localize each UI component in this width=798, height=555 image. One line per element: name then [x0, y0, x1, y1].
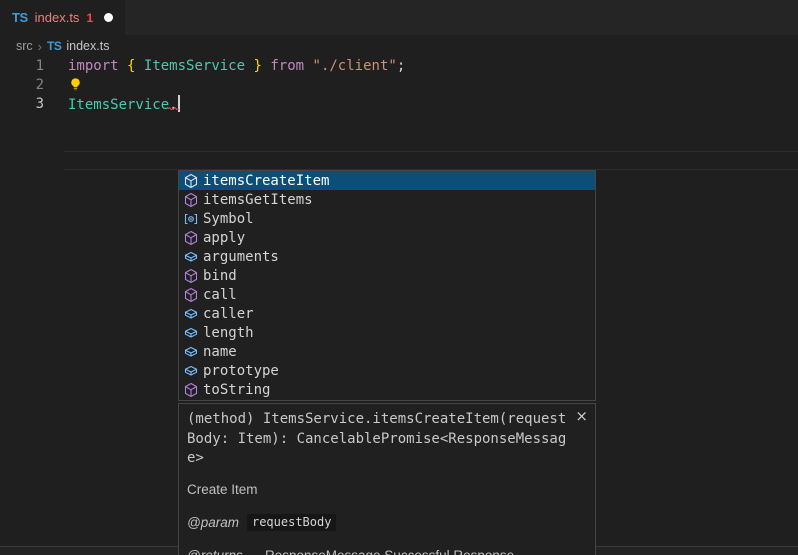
- code-line[interactable]: 3 ItemsService.: [0, 95, 798, 114]
- code-token: "./client": [313, 58, 397, 74]
- suggest-item[interactable]: prototype: [179, 362, 595, 381]
- line-number: 3: [0, 95, 44, 114]
- doc-tag: @param requestBody: [187, 514, 587, 531]
- suggest-item-label: name: [203, 344, 237, 360]
- suggest-item[interactable]: apply: [179, 228, 595, 247]
- suggest-item[interactable]: name: [179, 343, 595, 362]
- lightbulb-icon[interactable]: [68, 77, 83, 92]
- suggest-item[interactable]: call: [179, 285, 595, 304]
- field-icon: [183, 325, 199, 341]
- field-icon: [183, 306, 199, 322]
- doc-tag-name: @returns: [187, 548, 243, 555]
- code-token: ItemsService: [144, 58, 245, 74]
- typescript-file-icon: TS: [12, 10, 28, 25]
- suggest-item[interactable]: itemsCreateItem: [179, 171, 595, 190]
- line-content: ItemsService.: [68, 95, 180, 114]
- signature-line: e>: [187, 449, 587, 469]
- suggest-item[interactable]: arguments: [179, 247, 595, 266]
- method-icon: [183, 192, 199, 208]
- suggest-item[interactable]: caller: [179, 305, 595, 324]
- field-icon: [183, 344, 199, 360]
- doc-tag: @returns — ResponseMessage Successful Res…: [187, 548, 587, 555]
- doc-tag-text: — ResponseMessage Successful Response: [248, 548, 514, 555]
- symbol-icon: [183, 211, 199, 227]
- suggest-docs-panel: × (method) ItemsService.itemsCreateItem(…: [178, 403, 596, 555]
- method-icon: [183, 173, 199, 189]
- signature-line: (method) ItemsService.itemsCreateItem(re…: [187, 410, 587, 430]
- line-number: 1: [0, 57, 44, 76]
- suggest-item[interactable]: toString: [179, 381, 595, 400]
- signature-line: Body: Item): CancelablePromise<ResponseM…: [187, 430, 587, 450]
- field-icon: [183, 249, 199, 265]
- suggest-item[interactable]: bind: [179, 266, 595, 285]
- suggest-item-label: Symbol: [203, 211, 254, 227]
- suggest-item-label: prototype: [203, 363, 279, 379]
- method-icon: [183, 268, 199, 284]
- code-token: [119, 58, 127, 74]
- suggest-item-label: toString: [203, 382, 270, 398]
- line-number: 2: [0, 76, 44, 95]
- code-line[interactable]: 1 import { ItemsService } from "./client"…: [0, 57, 798, 76]
- suggest-item-label: caller: [203, 306, 254, 322]
- intellisense-suggest-widget: itemsCreateItem itemsGetItems Symbol apply a…: [178, 170, 596, 401]
- doc-param-chip: requestBody: [247, 514, 336, 531]
- typescript-file-icon: TS: [47, 39, 61, 53]
- method-icon: [183, 382, 199, 398]
- suggest-item-label: bind: [203, 268, 237, 284]
- tab-error-badge: 1: [86, 11, 93, 25]
- tab-index-ts[interactable]: TS index.ts 1: [0, 0, 125, 35]
- current-line-highlight: [64, 151, 798, 170]
- suggest-item-label: arguments: [203, 249, 279, 265]
- code-token: ItemsService: [68, 97, 169, 113]
- method-icon: [183, 287, 199, 303]
- chevron-right-icon: ›: [38, 39, 42, 54]
- suggest-item-label: call: [203, 287, 237, 303]
- code-lines: 1 import { ItemsService } from "./client"…: [0, 57, 798, 114]
- code-token: [135, 58, 143, 74]
- doc-summary: Create Item: [187, 482, 587, 497]
- suggest-item-label: itemsGetItems: [203, 192, 313, 208]
- doc-tag-name: @param: [187, 515, 239, 530]
- method-icon: [183, 230, 199, 246]
- line-content: [68, 76, 83, 95]
- suggest-item-label: itemsCreateItem: [203, 173, 329, 189]
- breadcrumb: src › TS index.ts: [0, 35, 798, 57]
- suggest-item-label: apply: [203, 230, 245, 246]
- field-icon: [183, 363, 199, 379]
- code-token: }: [253, 58, 261, 74]
- error-squiggle: [168, 97, 179, 116]
- doc-tags: @param requestBody @returns — ResponseMessa…: [187, 514, 587, 555]
- code-line[interactable]: 2: [0, 76, 798, 95]
- suggest-item[interactable]: Symbol: [179, 209, 595, 228]
- code-token: [304, 58, 312, 74]
- breadcrumb-file[interactable]: index.ts: [66, 39, 109, 53]
- code-token: import: [68, 58, 119, 74]
- suggest-item[interactable]: itemsGetItems: [179, 190, 595, 209]
- breadcrumb-folder[interactable]: src: [16, 39, 33, 53]
- suggest-item[interactable]: length: [179, 324, 595, 343]
- code-token: from: [270, 58, 304, 74]
- tab-label: index.ts: [35, 10, 80, 25]
- close-icon[interactable]: ×: [575, 407, 588, 425]
- modified-indicator-icon[interactable]: [104, 13, 113, 22]
- code-editor[interactable]: 1 import { ItemsService } from "./client"…: [0, 57, 798, 545]
- code-token: ;: [397, 58, 405, 74]
- line-content: import { ItemsService } from "./client";: [68, 57, 405, 76]
- tab-bar: TS index.ts 1: [0, 0, 798, 35]
- suggest-item-label: length: [203, 325, 254, 341]
